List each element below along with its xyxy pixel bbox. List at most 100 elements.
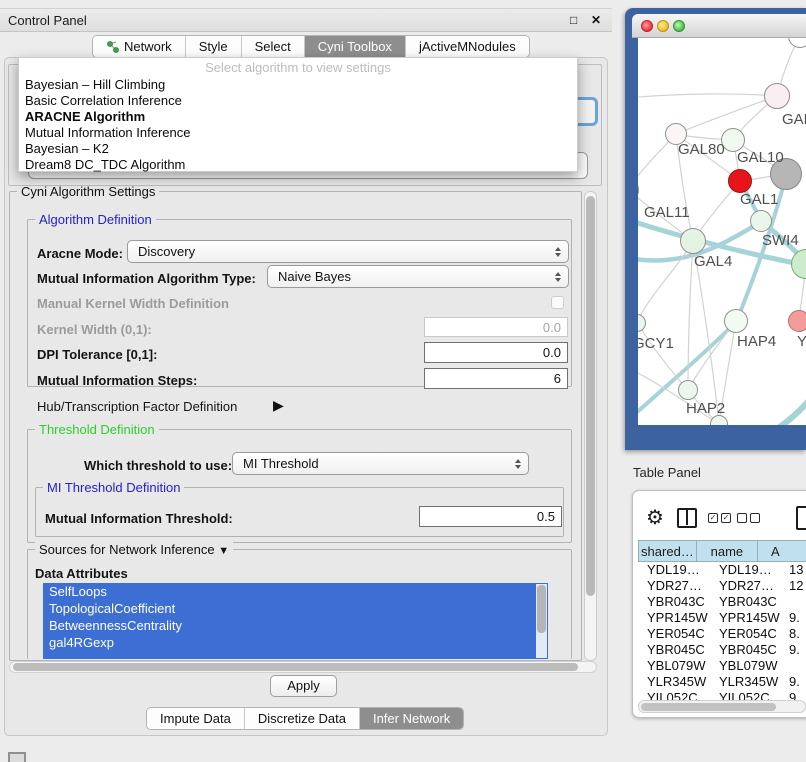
node-label-hap2: HAP2: [686, 400, 725, 417]
algorithm-option[interactable]: Mutual Information Inference: [19, 125, 577, 141]
table-row[interactable]: YPR145WYPR145W9.: [638, 610, 806, 626]
attribute-item[interactable]: SelfLoops: [43, 583, 548, 600]
split-column-icon[interactable]: [677, 508, 697, 528]
collapsed-arrow-icon[interactable]: ▶: [273, 397, 284, 414]
algorithm-dropdown-placeholder: Select algorithm to view settings: [19, 59, 577, 77]
node-label-gal-partial: GAL: [782, 111, 806, 128]
settings-horizontal-scrollbar[interactable]: [9, 661, 597, 673]
deselect-all-icon[interactable]: [737, 513, 760, 523]
table-horizontal-scrollbar[interactable]: [638, 700, 806, 713]
network-node-hap4[interactable]: [724, 309, 748, 333]
attributes-scrollbar[interactable]: [536, 584, 547, 658]
minimized-panel-icon[interactable]: [8, 752, 26, 762]
algorithm-option[interactable]: Dream8 DC_TDC Algorithm: [19, 157, 577, 173]
mi-steps-field[interactable]: [424, 368, 568, 389]
tab-cyni-toolbox[interactable]: Cyni Toolbox: [305, 36, 406, 57]
algorithm-option[interactable]: Bayesian – Hill Climbing: [19, 77, 577, 93]
combo-arrows-icon: [515, 459, 521, 469]
table-row[interactable]: YDR27…YDR27…12: [638, 578, 806, 594]
table-toolbar: ⚙ ✓✓: [638, 503, 806, 535]
mi-threshold-group-title: MI Threshold Definition: [43, 480, 184, 495]
column-header-shared-name[interactable]: shared…: [638, 540, 697, 562]
algorithm-option[interactable]: Basic Correlation Inference: [19, 93, 577, 109]
float-window-icon[interactable]: □: [570, 13, 577, 27]
kernel-width-field[interactable]: [424, 317, 568, 337]
node-label-gal10: GAL10: [737, 149, 784, 166]
data-attributes-list[interactable]: SelfLoops TopologicalCoefficient Between…: [43, 583, 548, 659]
settings-vertical-scrollbar[interactable]: [584, 191, 597, 661]
cyni-algorithm-settings-title: Cyni Algorithm Settings: [17, 184, 159, 199]
node-label-swi4: SWI4: [762, 232, 799, 249]
network-node-swi4[interactable]: [750, 210, 772, 232]
settings-vertical-thumb[interactable]: [586, 196, 595, 596]
attribute-item[interactable]: TopologicalCoefficient: [43, 600, 548, 617]
network-canvas[interactable]: GAL80 GAL10 GAL1 GAL11 GAL4 SWI4 GCY1 HA…: [638, 38, 806, 425]
algorithm-definition-title: Algorithm Definition: [35, 212, 156, 227]
node-label-y-partial: Y: [797, 333, 806, 350]
tab-impute-data[interactable]: Impute Data: [147, 708, 245, 729]
gear-icon[interactable]: ⚙: [646, 505, 664, 530]
table-horizontal-thumb[interactable]: [641, 703, 776, 711]
attributes-scrollbar-thumb[interactable]: [537, 585, 546, 633]
table-panel-title: Table Panel: [633, 465, 701, 480]
close-window-icon[interactable]: [641, 20, 653, 32]
screen: Control Panel □ ✕ Network Style Select C…: [0, 0, 806, 762]
expanded-arrow-icon[interactable]: ▼: [218, 545, 229, 557]
node-label-gal80: GAL80: [678, 141, 725, 158]
network-node-gal-partial[interactable]: [764, 83, 790, 109]
aracne-mode-combo[interactable]: Discovery: [127, 240, 569, 263]
network-node-salmon[interactable]: [788, 310, 806, 332]
dpi-tolerance-field[interactable]: [424, 342, 568, 363]
settings-horizontal-thumb[interactable]: [13, 663, 578, 671]
attribute-item[interactable]: BetweennessCentrality: [43, 617, 548, 634]
node-label-hap4: HAP4: [737, 333, 776, 350]
table-row[interactable]: YBR045CYBR045C9.: [638, 642, 806, 658]
control-panel-titlebar: Control Panel □ ✕: [0, 8, 612, 32]
manual-kernel-width-label: Manual Kernel Width Definition: [37, 296, 229, 311]
mi-steps-label: Mutual Information Steps:: [37, 373, 197, 388]
column-header-partial[interactable]: A: [758, 540, 806, 562]
hub-definition-toggle[interactable]: Hub/Transcription Factor Definition: [37, 399, 237, 414]
which-threshold-combo[interactable]: MI Threshold: [232, 452, 529, 475]
table-row[interactable]: YBL079WYBL079W: [638, 658, 806, 674]
tab-style[interactable]: Style: [186, 36, 242, 57]
zoom-window-icon[interactable]: [673, 20, 685, 32]
tab-jactivemnodules[interactable]: jActiveMNodules: [406, 36, 529, 57]
attribute-item[interactable]: gal4RGexp: [43, 634, 548, 651]
select-all-icon[interactable]: ✓✓: [708, 513, 731, 523]
column-header-name[interactable]: name: [697, 540, 758, 562]
which-threshold-label: Which threshold to use:: [84, 458, 232, 473]
tab-discretize-data[interactable]: Discretize Data: [245, 708, 360, 729]
threshold-definition-title: Threshold Definition: [35, 422, 159, 437]
table-row[interactable]: YIL052CYIL052C9.: [638, 690, 806, 700]
node-label-gal4: GAL4: [694, 253, 732, 270]
cyni-bottom-tabs: Impute Data Discretize Data Infer Networ…: [146, 707, 464, 730]
combo-arrows-icon: [555, 272, 561, 282]
table-row[interactable]: YER054CYER054C8.: [638, 626, 806, 642]
control-panel-tabs: Network Style Select Cyni Toolbox jActiv…: [92, 35, 530, 58]
algorithm-dropdown-popup: Select algorithm to view settings Bayesi…: [18, 57, 578, 172]
table-row[interactable]: YBR043CYBR043C: [638, 594, 806, 610]
tab-network[interactable]: Network: [93, 36, 186, 57]
network-node-gal4[interactable]: [680, 228, 706, 254]
mi-threshold-field[interactable]: [419, 506, 562, 527]
apply-button[interactable]: Apply: [270, 675, 337, 697]
tab-select[interactable]: Select: [242, 36, 305, 57]
minimize-window-icon[interactable]: [657, 20, 669, 32]
control-panel-title: Control Panel: [8, 13, 87, 28]
algorithm-option-aracne[interactable]: ARACNE Algorithm: [19, 109, 577, 125]
network-window-titlebar[interactable]: [632, 14, 806, 38]
close-panel-icon[interactable]: ✕: [591, 13, 601, 27]
sources-group-title[interactable]: Sources for Network Inference ▼: [35, 542, 233, 557]
combo-arrows-icon: [555, 247, 561, 257]
mi-algorithm-type-combo[interactable]: Naive Bayes: [267, 265, 569, 288]
data-attributes-label: Data Attributes: [35, 566, 128, 581]
network-node-hap2[interactable]: [678, 380, 698, 400]
table-icon[interactable]: [796, 506, 806, 530]
manual-kernel-width-checkbox[interactable]: [551, 296, 564, 309]
network-node-gal1-selected[interactable]: [728, 169, 752, 193]
table-row[interactable]: YLR345WYLR345W9.: [638, 674, 806, 690]
table-row[interactable]: YDL19…YDL19…13: [638, 562, 806, 578]
algorithm-option[interactable]: Bayesian – K2: [19, 141, 577, 157]
tab-infer-network[interactable]: Infer Network: [360, 708, 463, 729]
